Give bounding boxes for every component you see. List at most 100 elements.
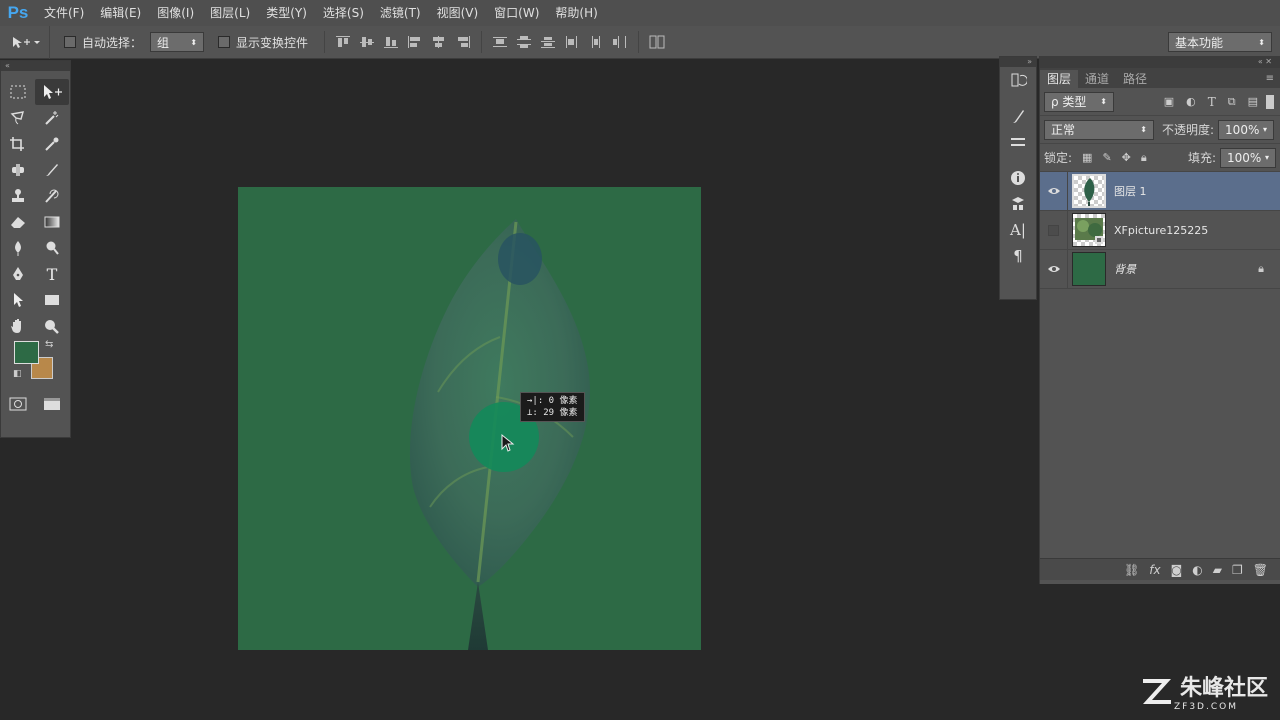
layer-name[interactable]: XFpicture125225 [1114,224,1280,237]
panel-menu-icon[interactable]: ≡ [1266,73,1280,88]
distribute-hcenter-icon[interactable] [588,35,604,49]
filter-shape-icon[interactable]: ⧉ [1228,95,1236,109]
layer-row-layer1[interactable]: 图层 1 [1040,171,1280,211]
opacity-label: 不透明度: [1162,123,1215,137]
quick-mask-icon[interactable] [1,391,35,417]
pen-tool-icon[interactable] [1,261,35,287]
tab-paths[interactable]: 路径 [1116,70,1154,88]
paragraph-panel-icon[interactable]: ¶ [1000,243,1036,269]
align-right-icon[interactable] [455,35,471,49]
layer-row-xfpicture[interactable]: XFpicture125225 [1040,210,1280,250]
marquee-tool-icon[interactable] [1,79,35,105]
blend-mode-dropdown[interactable]: 正常 ⬍ [1044,119,1154,140]
auto-select-dropdown[interactable]: 组 ⬍ [150,32,205,52]
lasso-tool-icon[interactable] [1,105,35,131]
properties-panel-icon[interactable] [1000,191,1036,217]
menu-view[interactable]: 视图(V) [429,0,487,26]
menu-layer[interactable]: 图层(L) [202,0,258,26]
menu-filter[interactable]: 滤镜(T) [372,0,429,26]
distribute-right-icon[interactable] [612,35,628,49]
distribute-left-icon[interactable] [564,35,580,49]
align-top-icon[interactable] [335,35,351,49]
menu-select[interactable]: 选择(S) [315,0,372,26]
dock-collapse[interactable]: » [1000,57,1036,67]
trash-icon[interactable]: 🗑︎ [1253,563,1268,577]
align-bottom-icon[interactable] [383,35,399,49]
blur-tool-icon[interactable] [1,235,35,261]
lock-transparent-icon[interactable]: ▦ [1082,151,1092,164]
filter-type-icon[interactable]: T [1208,95,1216,109]
zoom-tool-icon[interactable] [35,313,69,339]
hand-tool-icon[interactable] [1,313,35,339]
show-transform-checkbox[interactable] [218,36,231,48]
eraser-tool-icon[interactable] [1,209,35,235]
distribute-vcenter-icon[interactable] [516,35,532,49]
layer-name[interactable]: 背景 [1114,261,1258,277]
foreground-color-swatch[interactable] [14,341,39,364]
layer-filter-dropdown[interactable]: ρ 类型 ⬍ [1044,91,1114,112]
move-tool-icon[interactable] [35,79,69,105]
layers-panel-collapse[interactable]: « ✕ [1040,56,1280,68]
crop-tool-icon[interactable] [1,131,35,157]
character-panel-icon[interactable]: A| [1000,217,1036,243]
align-hcenter-icon[interactable] [431,35,447,49]
filter-smart-object-icon[interactable]: ▤ [1248,95,1258,108]
document-canvas[interactable] [238,187,701,650]
distribute-top-icon[interactable] [492,35,508,49]
auto-align-icon[interactable] [649,35,665,49]
info-panel-icon[interactable] [1000,165,1036,191]
path-selection-tool-icon[interactable] [1,287,35,313]
filter-toggle-icon[interactable] [1266,94,1274,109]
history-brush-tool-icon[interactable] [35,183,69,209]
toolbox-grip[interactable] [1,71,70,79]
screen-mode-icon[interactable] [35,391,69,417]
brush-presets-icon[interactable] [1000,129,1036,155]
filter-adjustment-icon[interactable]: ◐ [1186,95,1196,108]
layer-row-background[interactable]: 背景 🔒︎ [1040,249,1280,289]
workspace-dropdown[interactable]: 基本功能 ⬍ [1168,32,1272,52]
filter-pixel-icon[interactable]: ▣ [1164,95,1174,108]
link-icon[interactable]: ⛓ [1124,563,1139,577]
menu-window[interactable]: 窗口(W) [486,0,547,26]
type-tool-icon[interactable]: T [35,261,69,287]
brush-tool-icon[interactable] [35,157,69,183]
distribute-bottom-icon[interactable] [540,35,556,49]
clone-stamp-tool-icon[interactable] [1,183,35,209]
dodge-tool-icon[interactable] [35,235,69,261]
lock-all-icon[interactable]: 🔒︎ [1141,151,1147,165]
visibility-eye-icon[interactable] [1040,171,1068,211]
tab-channels[interactable]: 通道 [1078,70,1116,88]
eyedropper-tool-icon[interactable] [35,131,69,157]
opacity-input[interactable]: 100% ▾ [1218,119,1275,140]
gradient-tool-icon[interactable] [35,209,69,235]
mask-icon[interactable]: ◙ [1171,563,1183,577]
align-vcenter-icon[interactable] [359,35,375,49]
tool-preset-picker[interactable] [0,25,50,59]
history-panel-icon[interactable] [1000,67,1036,93]
fill-input[interactable]: 100% ▾ [1220,147,1276,168]
fx-icon[interactable]: fx [1149,563,1160,577]
swap-colors-icon[interactable]: ⇆ [45,339,53,350]
magic-wand-tool-icon[interactable] [35,105,69,131]
menu-help[interactable]: 帮助(H) [547,0,605,26]
lock-pixels-icon[interactable]: ✎ [1102,151,1111,164]
menu-file[interactable]: 文件(F) [36,0,92,26]
auto-select-checkbox[interactable] [64,36,76,48]
tab-layers[interactable]: 图层 [1040,70,1079,88]
visibility-eye-icon[interactable] [1040,249,1068,289]
default-colors-icon[interactable]: ◧ [13,369,22,379]
healing-brush-tool-icon[interactable] [1,157,35,183]
menu-type[interactable]: 类型(Y) [258,0,315,26]
adjustment-icon[interactable]: ◐ [1192,563,1202,577]
menu-edit[interactable]: 编辑(E) [92,0,149,26]
toolbox-collapse[interactable]: « [1,61,70,71]
align-left-icon[interactable] [407,35,423,49]
menu-image[interactable]: 图像(I) [149,0,202,26]
lock-position-icon[interactable]: ✥ [1122,151,1131,164]
new-layer-icon[interactable]: ❐ [1232,563,1243,577]
folder-icon[interactable]: ▰ [1213,563,1222,577]
visibility-toggle-empty[interactable] [1040,210,1068,250]
rectangle-tool-icon[interactable] [35,287,69,313]
layer-name[interactable]: 图层 1 [1114,183,1280,199]
brush-panel-icon[interactable] [1000,103,1036,129]
